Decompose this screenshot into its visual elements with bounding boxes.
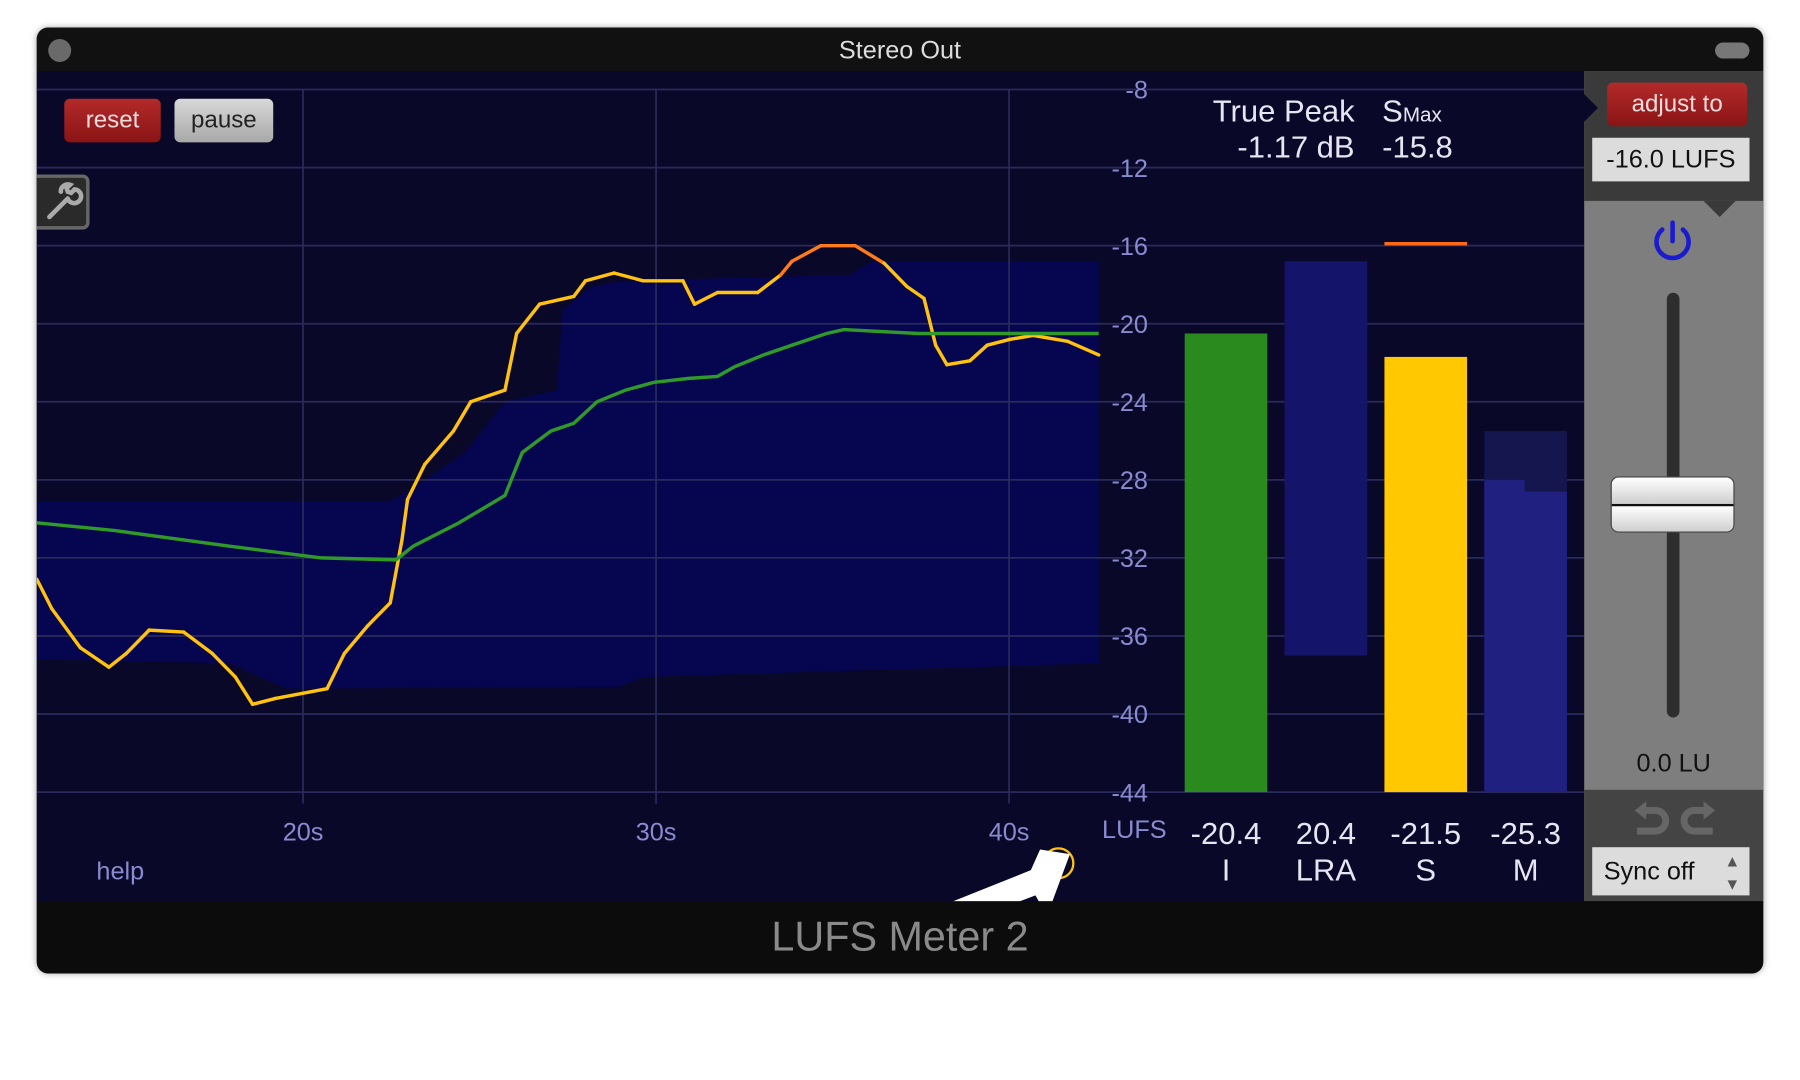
- meter-bar-i: [1184, 333, 1268, 793]
- y-tick-label: -32: [1111, 545, 1148, 573]
- meter-readout: -20.4 I: [1176, 815, 1277, 888]
- meter-label: M: [1512, 852, 1539, 888]
- gain-value: 0.0 LU: [1636, 748, 1711, 778]
- short-term-segment: [250, 696, 278, 706]
- undo-redo-group: [1634, 801, 1716, 835]
- true-peak-value: -1.17 dB: [1237, 129, 1355, 165]
- x-tick-label: 30s: [636, 818, 677, 846]
- sync-value: Sync off: [1603, 856, 1695, 886]
- short-term-segment: [273, 686, 329, 701]
- smax-label: S: [1382, 94, 1403, 129]
- short-term-segment: [790, 243, 823, 263]
- short-term-segment: [583, 271, 616, 283]
- meter-value: -25.3: [1490, 816, 1561, 851]
- pause-button[interactable]: pause: [174, 98, 274, 143]
- undo-icon[interactable]: [1634, 801, 1670, 835]
- y-tick-label: -44: [1111, 779, 1148, 807]
- short-term-segment: [469, 388, 507, 404]
- y-tick-label: -28: [1111, 467, 1148, 495]
- sync-select[interactable]: Sync off ▲ ▼: [1592, 847, 1750, 896]
- true-peak-readout: True Peak -1.17 dB: [1210, 94, 1355, 165]
- window-title: Stereo Out: [838, 35, 962, 65]
- title-bar: Stereo Out: [36, 27, 1764, 72]
- y-tick-label: -8: [1126, 77, 1148, 105]
- y-tick-label: -12: [1111, 155, 1148, 183]
- short-term-segment: [423, 429, 456, 466]
- target-lufs-field[interactable]: -16.0 LUFS: [1592, 137, 1750, 182]
- meter-area: -8 -12 -16 -20 -24 -28 -32 -36 -40 -44 20s 30s 40s r…: [36, 71, 1585, 937]
- short-term-segment: [853, 243, 886, 265]
- meter-bar-s: [1384, 356, 1468, 793]
- y-tick-label: -20: [1111, 311, 1148, 339]
- y-tick-label: -36: [1111, 623, 1148, 651]
- close-icon[interactable]: [48, 39, 72, 62]
- plugin-window: Stereo Out -8 -12 -16 -20 -24 -28 -32 -36 -40 -44…: [36, 27, 1764, 974]
- y-tick-label: -24: [1111, 389, 1148, 417]
- short-term-segment: [147, 628, 186, 634]
- peak-marker: [1384, 241, 1468, 246]
- reset-button[interactable]: reset: [64, 98, 161, 143]
- meter-label: LRA: [1295, 852, 1357, 888]
- short-term-segment: [537, 294, 576, 306]
- meter-bar-m: [1524, 491, 1567, 793]
- meter-bar-lra: [1284, 261, 1368, 656]
- short-term-segment: [778, 259, 794, 277]
- meter-value: -21.5: [1390, 816, 1462, 851]
- meter-value: 20.4: [1295, 816, 1357, 851]
- select-arrows-icon: ▲ ▼: [1724, 851, 1741, 894]
- meter-readout: 20.4 LRA: [1275, 815, 1376, 888]
- short-term-segment: [514, 302, 542, 336]
- footer-bar: LUFS Meter 2: [36, 901, 1764, 974]
- short-term-segment: [503, 331, 519, 392]
- meter-readout: -21.5 S: [1375, 815, 1476, 888]
- smax-value: -15.8: [1382, 129, 1453, 165]
- short-term-segment: [451, 400, 473, 433]
- smax-label-sub: Max: [1402, 103, 1442, 127]
- y-tick-label: -16: [1111, 233, 1148, 261]
- smax-readout: SMax -15.8: [1382, 94, 1474, 165]
- meter-bar-m: [1484, 479, 1525, 793]
- power-icon[interactable]: [1650, 218, 1696, 266]
- wrench-icon: [47, 182, 84, 220]
- redo-icon[interactable]: [1680, 801, 1716, 835]
- target-panel: adjust to -16.0 LUFS 0.0 LU Sync off ▲ ▼: [1581, 71, 1764, 902]
- product-title: LUFS Meter 2: [771, 912, 1029, 960]
- y-tick-label: -40: [1111, 701, 1148, 729]
- short-term-segment: [612, 271, 645, 283]
- meter-value: -20.4: [1190, 816, 1262, 851]
- gain-slider-thumb[interactable]: [1610, 476, 1735, 533]
- settings-button[interactable]: [36, 174, 90, 230]
- collapse-icon[interactable]: [1715, 42, 1750, 59]
- true-peak-label: True Peak: [1212, 94, 1355, 129]
- meter-label: S: [1415, 852, 1437, 888]
- loudness-range-band: [36, 261, 1099, 689]
- x-tick-label: 20s: [283, 818, 324, 846]
- lufs-unit-label: LUFS: [1102, 815, 1167, 844]
- meter-readout: -25.3 M: [1475, 815, 1576, 888]
- help-link[interactable]: help: [96, 856, 144, 886]
- loudness-history-chart: -8-12-16-20-24-28-32-36-40-4420s 30s 40s: [36, 77, 1585, 846]
- short-term-segment: [233, 675, 255, 706]
- meter-label: I: [1221, 852, 1231, 888]
- adjust-to-button[interactable]: adjust to: [1607, 82, 1748, 127]
